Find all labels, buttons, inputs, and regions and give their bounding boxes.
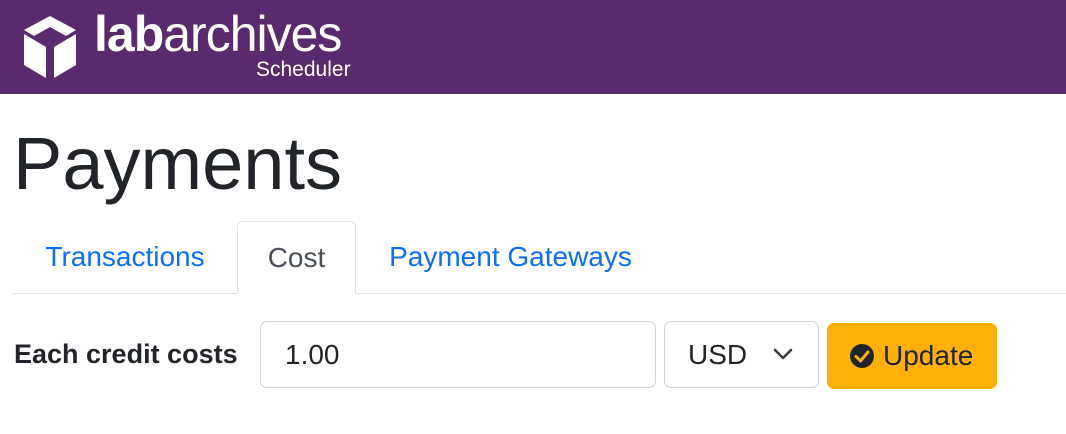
update-button[interactable]: Update: [827, 323, 997, 389]
brand-lab: lab: [94, 6, 164, 62]
top-navbar: labarchives Scheduler: [0, 0, 1066, 94]
chevron-down-icon: [773, 348, 793, 360]
currency-select[interactable]: USD: [664, 321, 819, 388]
page-title: Payments: [13, 122, 343, 205]
check-circle-icon: [850, 344, 874, 368]
brand-name[interactable]: labarchives: [94, 4, 342, 64]
credit-cost-label: Each credit costs: [14, 339, 238, 369]
brand-archives: archives: [163, 6, 342, 62]
tab-payment-gateways[interactable]: Payment Gateways: [356, 221, 665, 293]
labarchives-cube-icon[interactable]: [22, 14, 78, 80]
update-button-label: Update: [883, 340, 974, 371]
brand-subtitle: Scheduler: [256, 58, 351, 81]
currency-selected-value: USD: [688, 339, 748, 370]
credit-cost-input[interactable]: [260, 321, 656, 388]
tab-cost[interactable]: Cost: [237, 221, 356, 294]
payments-tabs: Transactions Cost Payment Gateways: [13, 221, 1066, 294]
tab-transactions[interactable]: Transactions: [13, 221, 237, 293]
